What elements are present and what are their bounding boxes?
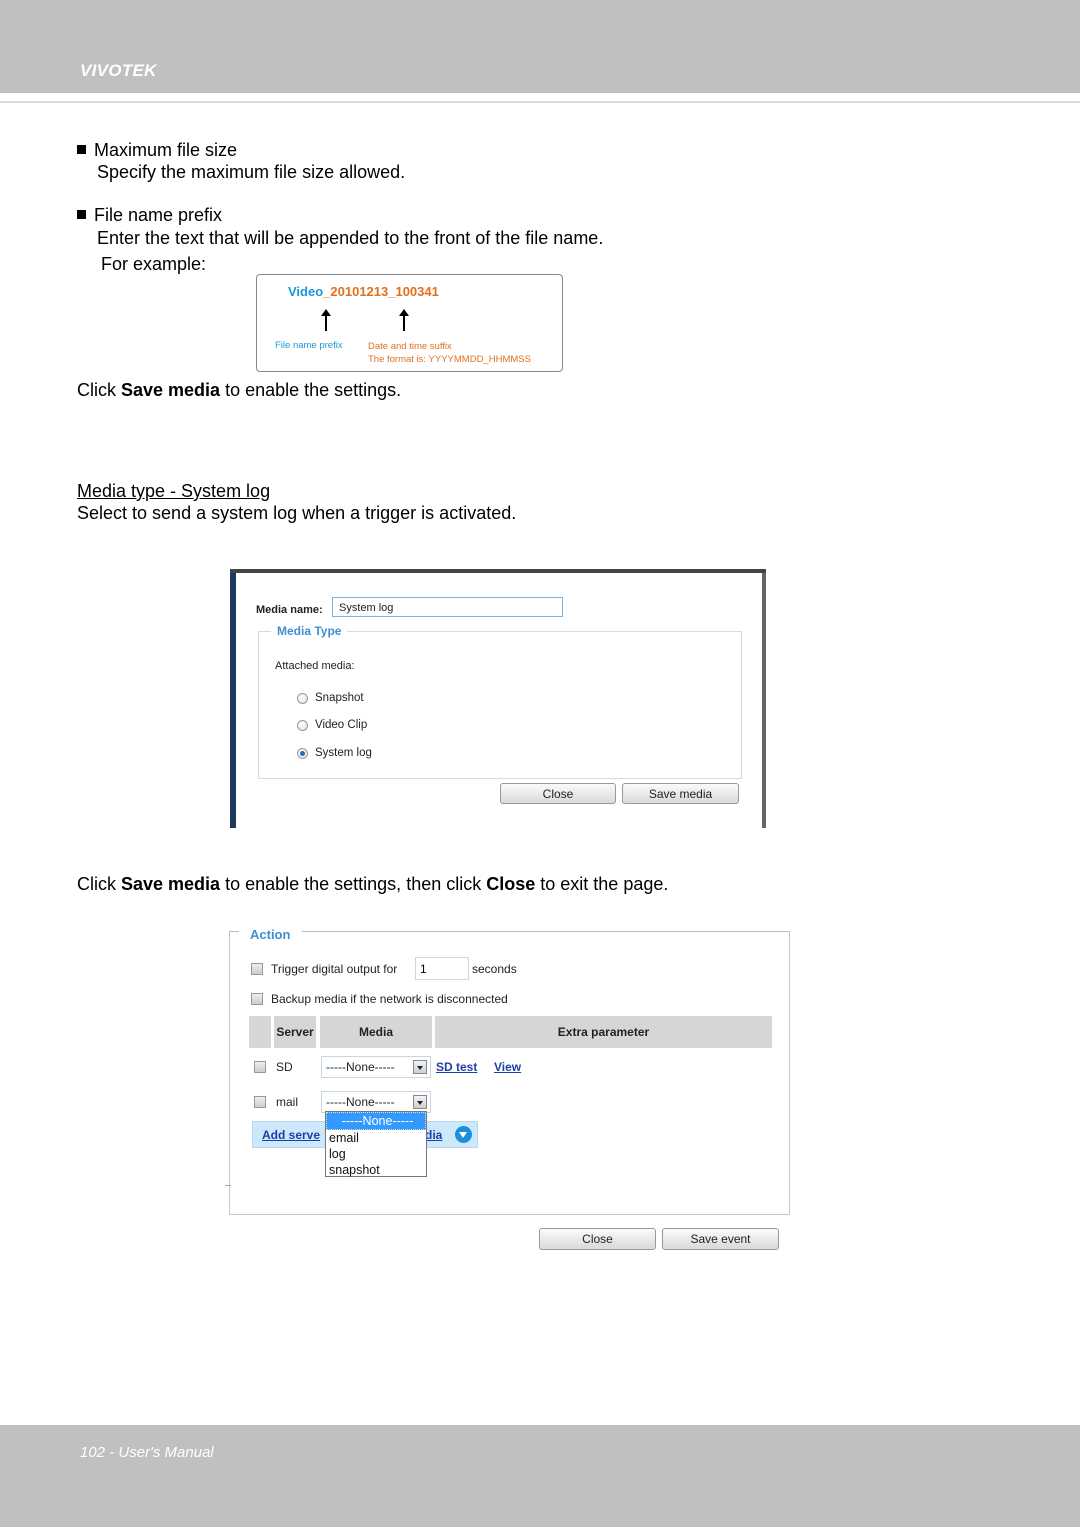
close-event-button[interactable]: Close [539,1228,656,1250]
add-media-link[interactable]: dia [425,1128,442,1142]
arrow-up-icon [399,309,409,331]
close-button[interactable]: Close [500,783,616,804]
save-event-button[interactable]: Save event [662,1228,779,1250]
page-header: VIVOTEK [0,0,1080,93]
close-note: Click Save media to enable the settings,… [77,874,669,894]
server-mail-checkbox[interactable] [254,1096,266,1108]
backup-media-checkbox[interactable] [251,993,263,1005]
example-file-name: Video_20101213_100341 [288,284,439,299]
radio-video-clip[interactable]: Video Clip [297,719,367,731]
system-log-heading: Media type - System log [77,481,271,501]
radio-snapshot[interactable]: Snapshot [297,692,364,704]
sd-media-select[interactable]: -----None----- [321,1056,431,1078]
max-file-size-desc: Specify the maximum file size allowed. [97,162,406,182]
trigger-seconds-input[interactable]: 1 [415,957,469,980]
suffix-label: Date and time suffix [368,341,452,352]
page-footer: 102 - User's Manual [0,1425,1080,1527]
mail-media-select[interactable]: -----None----- [321,1091,431,1113]
media-dialog-screenshot: Media name: System log Media Type Attach… [230,569,766,828]
server-mail-label: mail [276,1095,299,1109]
sd-test-link[interactable]: SD test [436,1060,477,1074]
file-name-prefix-desc: Enter the text that will be appended to … [97,228,604,248]
max-file-size-heading: Maximum file size [77,139,237,161]
table-header-extra-parameter: Extra parameter [435,1016,772,1048]
prefix-label: File name prefix [275,340,343,351]
trigger-output-label: Trigger digital output for [271,962,398,976]
bullet-icon [77,210,86,219]
table-header-server: Server [274,1016,316,1048]
file-name-prefix-heading: File name prefix [77,204,222,226]
media-type-legend: Media Type [271,624,348,638]
dropdown-option-email[interactable]: email [326,1130,426,1146]
media-name-label: Media name: [256,604,323,616]
arrow-up-icon [321,309,331,331]
backup-media-label: Backup media if the network is disconnec… [271,992,508,1006]
save-media-button[interactable]: Save media [622,783,739,804]
action-panel-screenshot: Action Trigger digital output for 1 seco… [229,927,790,1215]
header-divider [0,101,1080,103]
media-dropdown-list: -----None----- email log snapshot [325,1111,427,1177]
attached-media-label: Attached media: [275,660,355,672]
media-name-input[interactable]: System log [332,597,563,617]
dropdown-arrow-icon[interactable] [413,1095,427,1109]
system-log-desc: Select to send a system log when a trigg… [77,503,517,523]
add-server-link[interactable]: Add serve [262,1128,320,1142]
expand-down-icon[interactable] [455,1126,472,1143]
dropdown-option-log[interactable]: log [326,1146,426,1162]
format-label: The format is: YYYYMMDD_HHMMSS [368,354,531,365]
action-legend: Action [250,927,291,942]
media-type-fieldset: Media Type Attached media: Snapshot Vide… [258,624,742,779]
for-example-label: For example: [101,254,207,274]
dropdown-option-snapshot[interactable]: snapshot [326,1162,426,1178]
window-edge-right [762,573,766,828]
server-sd-label: SD [276,1060,293,1074]
page-number-label: 102 - User's Manual [80,1444,214,1461]
brand-logo: VIVOTEK [80,61,157,80]
table-header-blank [249,1016,271,1048]
trigger-output-checkbox[interactable] [251,963,263,975]
server-sd-checkbox[interactable] [254,1061,266,1073]
seconds-label: seconds [472,962,517,976]
radio-system-log[interactable]: System log [297,747,372,759]
radio-button[interactable] [297,719,308,731]
radio-button[interactable] [297,692,308,704]
window-edge-left [230,573,236,828]
dropdown-option-none[interactable]: -----None----- [326,1112,426,1130]
radio-button-checked[interactable] [297,747,308,759]
file-name-example-figure: Video_20101213_100341 File name prefix D… [256,274,563,372]
table-header-media: Media [320,1016,432,1048]
panel-edge-mark [225,1185,231,1186]
bullet-icon [77,145,86,154]
view-link[interactable]: View [494,1060,521,1074]
dropdown-arrow-icon[interactable] [413,1060,427,1074]
save-media-note: Click Save media to enable the settings. [77,380,402,400]
